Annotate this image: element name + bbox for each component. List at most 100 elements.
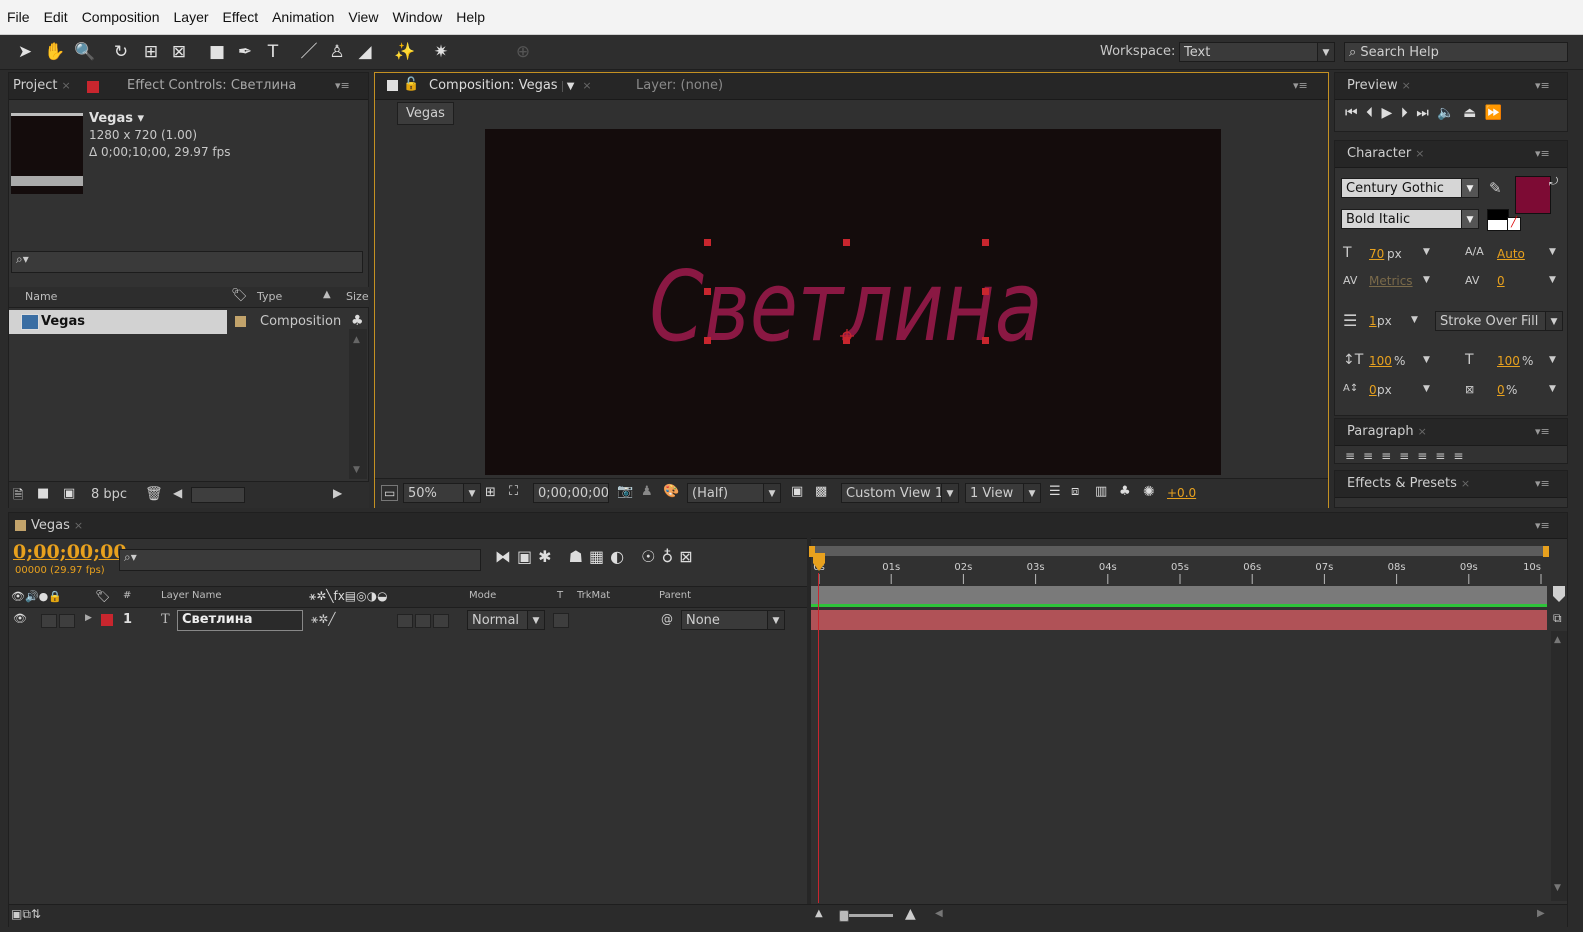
workspace-select[interactable]: Text ▼: [1179, 42, 1335, 62]
rectangle-tool-icon[interactable]: ■: [204, 39, 230, 65]
tab-layer[interactable]: Layer: (none): [636, 73, 723, 99]
timeline-vscroll[interactable]: ▲ ▼: [1551, 631, 1567, 901]
show-snapshot-icon[interactable]: ♟: [641, 484, 653, 499]
motion-blur-icon[interactable]: ◐: [610, 547, 630, 566]
timeline-end-marker[interactable]: [1551, 586, 1567, 604]
menu-view[interactable]: View: [341, 0, 385, 34]
hand-tool-icon[interactable]: ✋: [42, 39, 68, 65]
draft-3d-icon[interactable]: ✱: [538, 547, 557, 566]
pan-behind-tool-icon[interactable]: ⊠: [166, 39, 192, 65]
chevron-down-icon[interactable]: ▼: [1423, 275, 1430, 285]
menu-layer[interactable]: Layer: [167, 0, 216, 34]
clone-stamp-tool-icon[interactable]: ♙: [324, 39, 350, 65]
chevron-down-icon[interactable]: ▼: [1423, 247, 1430, 257]
camera-tool-icon[interactable]: ⊞: [138, 39, 164, 65]
baseline-shift-value[interactable]: 0: [1369, 383, 1377, 397]
always-preview-icon[interactable]: ▭: [381, 485, 399, 501]
eraser-tool-icon[interactable]: ◢: [352, 39, 378, 65]
tab-preview[interactable]: Preview ×: [1347, 73, 1411, 99]
zoom-slider-thumb[interactable]: [839, 910, 849, 922]
eye-icon[interactable]: 👁: [13, 612, 27, 625]
interpret-footage-icon[interactable]: 🗎: [13, 486, 23, 508]
mini-flowchart-icon[interactable]: ⧓: [495, 547, 517, 566]
font-size-value[interactable]: 70: [1369, 247, 1384, 261]
project-search-input[interactable]: ⌕▾: [11, 251, 363, 273]
search-help-input[interactable]: ⌕ Search Help: [1344, 42, 1568, 62]
eyedropper-icon[interactable]: ✎: [1489, 179, 1502, 197]
tab-effect-controls[interactable]: Effect Controls: Светлина: [127, 73, 296, 99]
panel-menu-icon[interactable]: ▾≡: [1535, 147, 1550, 160]
type-tool-icon[interactable]: T: [260, 39, 286, 65]
resolution-select[interactable]: (Half) ▼: [687, 483, 781, 503]
mask-visibility-icon[interactable]: ⛶: [509, 484, 518, 499]
lock-icon[interactable]: 🔓: [403, 77, 419, 92]
vertical-scale-value[interactable]: 100: [1369, 354, 1392, 368]
layer-duration-bar[interactable]: [811, 610, 1547, 630]
layer-switches-toggle-icons[interactable]: ▣⧉⇅: [11, 907, 41, 922]
pick-whip-icon[interactable]: @: [661, 612, 673, 626]
stroke-width-value[interactable]: 1: [1369, 314, 1377, 328]
menu-effect[interactable]: Effect: [216, 0, 266, 34]
project-item-row[interactable]: Vegas Composition ♣: [9, 310, 364, 334]
comp-info-name[interactable]: Vegas ▾: [89, 111, 144, 126]
paragraph-align-icons[interactable]: ≡≡≡≡≡≡≡: [1345, 449, 1471, 463]
solo-toggle[interactable]: [41, 614, 57, 628]
flowchart-icon[interactable]: ♣: [351, 313, 364, 329]
blend-mode-select[interactable]: Normal ▼: [467, 610, 545, 630]
selection-tool-icon[interactable]: ➤: [12, 39, 38, 65]
loop-icon[interactable]: ⏏: [1463, 105, 1478, 121]
tab-effects-presets[interactable]: Effects & Presets ×: [1347, 471, 1470, 497]
3d-view-select[interactable]: Custom View 1 ▼: [841, 483, 959, 503]
fast-previews-icon[interactable]: ⧈: [1071, 484, 1079, 499]
font-family-select[interactable]: Century Gothic ▼: [1341, 178, 1479, 198]
puppet-pin-tool-icon[interactable]: ✷: [428, 39, 454, 65]
chevron-down-icon[interactable]: ▼: [1423, 355, 1430, 365]
layer-label-swatch[interactable]: [101, 614, 113, 626]
chevron-down-icon[interactable]: ▼: [1549, 355, 1556, 365]
graph-editor-icon[interactable]: ⊠: [679, 547, 698, 566]
layer-name-field[interactable]: Светлина: [177, 610, 303, 631]
time-ruler[interactable]: 0s01s02s03s04s05s06s07s08s09s10s: [811, 558, 1549, 584]
flowchart-icon[interactable]: ♣: [1119, 484, 1131, 499]
swap-colors-icon[interactable]: ⤾: [1549, 175, 1558, 189]
ram-preview-icon[interactable]: ⏩: [1485, 105, 1504, 121]
audio-icon[interactable]: 🔈: [1437, 105, 1456, 121]
last-frame-icon[interactable]: ⏭: [1416, 105, 1431, 121]
work-area-end-handle[interactable]: [1543, 546, 1549, 557]
menu-file[interactable]: File: [0, 0, 37, 34]
preserve-transparency-toggle[interactable]: [553, 613, 569, 628]
switch-box[interactable]: [415, 614, 431, 628]
column-layer-name[interactable]: Layer Name: [161, 590, 222, 601]
column-trkmat[interactable]: TrkMat: [577, 590, 610, 601]
snapshot-icon[interactable]: 📷: [617, 484, 633, 499]
magnification-select[interactable]: 50% ▼: [403, 483, 481, 503]
rotation-tool-icon[interactable]: ↻: [108, 39, 134, 65]
work-area-bar[interactable]: [811, 546, 1547, 556]
view-layout-select[interactable]: 1 View ▼: [965, 483, 1041, 503]
channel-icon[interactable]: 🎨: [663, 484, 679, 499]
scroll-right-icon[interactable]: ▶: [1537, 908, 1545, 919]
tracking-value[interactable]: 0: [1497, 274, 1505, 288]
chevron-down-icon[interactable]: ▼: [1423, 384, 1430, 394]
fill-color-swatch[interactable]: [1515, 176, 1551, 214]
chevron-down-icon[interactable]: ▼: [1549, 384, 1556, 394]
zoom-in-icon[interactable]: ▲: [905, 906, 916, 922]
tab-character[interactable]: Character ×: [1347, 141, 1424, 167]
trash-icon[interactable]: 🗑: [145, 486, 163, 502]
timeline-search-input[interactable]: ⌕▾: [119, 549, 481, 571]
kerning-value[interactable]: Metrics: [1369, 274, 1413, 288]
previous-frame-icon[interactable]: ⏴: [1366, 105, 1375, 121]
leading-value[interactable]: Auto: [1497, 247, 1525, 261]
pen-tool-icon[interactable]: ✒: [232, 39, 258, 65]
chevron-down-icon[interactable]: ▼: [1549, 247, 1556, 257]
stroke-mode-select[interactable]: Stroke Over Fill ▼: [1435, 311, 1563, 331]
frame-blend-icon[interactable]: ▦: [589, 547, 610, 566]
transparency-grid-icon[interactable]: ▩: [815, 484, 827, 499]
new-folder-icon[interactable]: ■: [37, 486, 49, 501]
shy-icon[interactable]: ☗: [569, 547, 589, 566]
timeline-current-time[interactable]: 0;00;00;00: [13, 541, 127, 563]
pixel-aspect-icon[interactable]: ☰: [1049, 484, 1061, 499]
chevron-down-icon[interactable]: ▼: [1411, 315, 1418, 325]
safe-areas-icon[interactable]: ⊞: [485, 485, 496, 500]
panel-menu-icon[interactable]: ▾≡: [1535, 79, 1550, 92]
